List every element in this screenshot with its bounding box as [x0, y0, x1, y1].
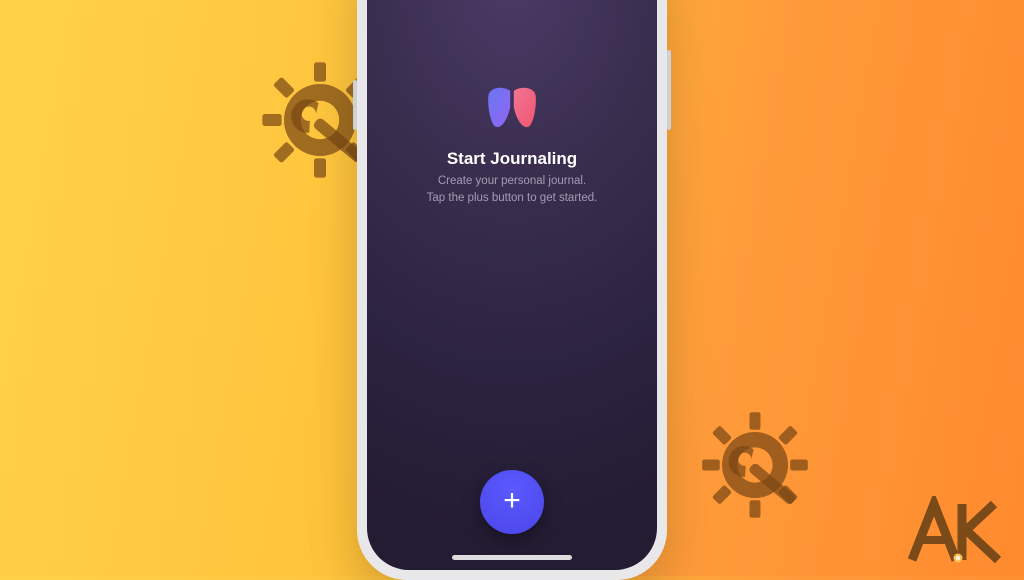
- phone-frame: Start Journaling Create your personal jo…: [357, 0, 667, 580]
- home-indicator[interactable]: [452, 555, 572, 560]
- journal-app-icon: [485, 85, 539, 131]
- phone-screen: Start Journaling Create your personal jo…: [367, 0, 657, 570]
- empty-state: Start Journaling Create your personal jo…: [367, 85, 657, 206]
- add-entry-button[interactable]: +: [480, 470, 544, 534]
- empty-state-subtitle-2: Tap the plus button to get started.: [427, 190, 598, 207]
- ak-watermark: [906, 496, 1006, 566]
- gear-wrench-icon: [700, 410, 810, 520]
- empty-state-subtitle-1: Create your personal journal.: [438, 173, 586, 190]
- empty-state-title: Start Journaling: [447, 149, 577, 169]
- plus-icon: +: [503, 486, 521, 516]
